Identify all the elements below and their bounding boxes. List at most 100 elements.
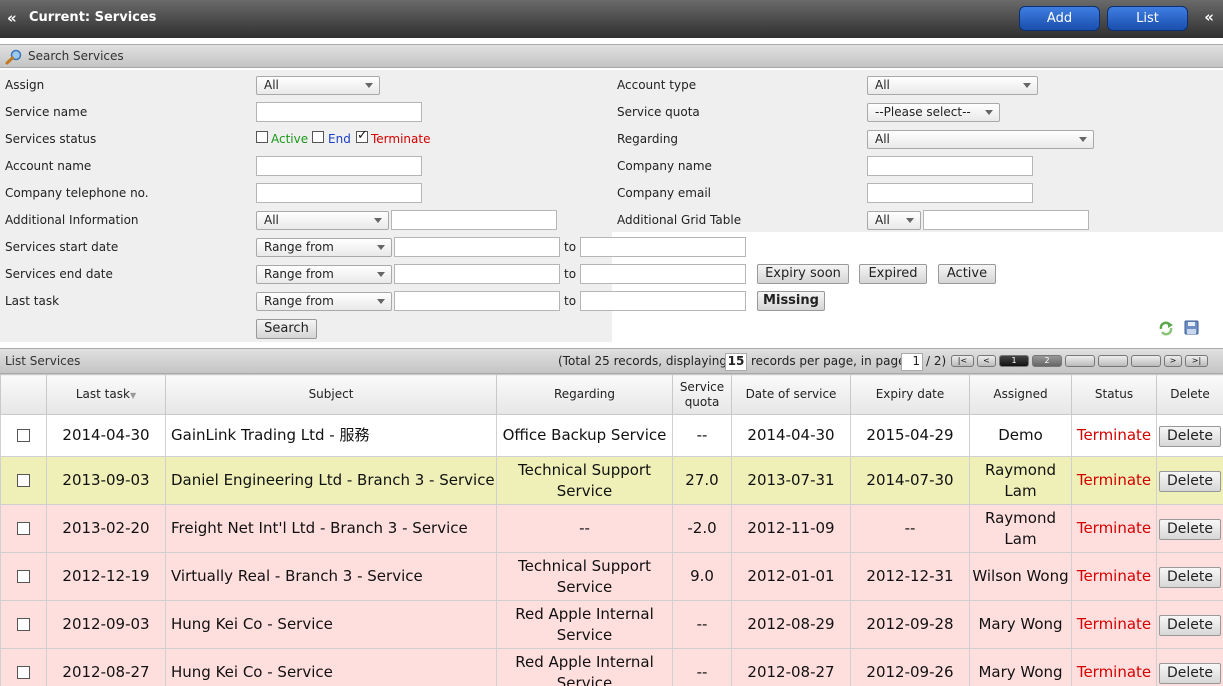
- regarding-select[interactable]: All: [867, 130, 1094, 149]
- row-checkbox[interactable]: [17, 522, 30, 535]
- last-page-button[interactable]: >|: [1185, 355, 1208, 367]
- last-task-cell: 2014-04-30: [46, 414, 166, 457]
- expired-button[interactable]: Expired: [859, 264, 927, 284]
- last-task-column-header[interactable]: Last task▼: [46, 374, 166, 415]
- grid-table-select[interactable]: All: [867, 211, 921, 230]
- prev-page-button[interactable]: <: [977, 355, 996, 367]
- subject-link[interactable]: Hung Kei Co - Service: [165, 600, 497, 649]
- delete-button[interactable]: Delete: [1159, 470, 1221, 492]
- company-email-input[interactable]: [867, 183, 1033, 203]
- search-section-title: Search Services: [28, 49, 124, 63]
- assign-select[interactable]: All: [256, 76, 380, 95]
- last-task-from-input[interactable]: [394, 291, 560, 311]
- page-slot-button[interactable]: [1065, 355, 1095, 367]
- last-task-to-input[interactable]: [580, 291, 746, 311]
- page-slot-button[interactable]: [1131, 355, 1161, 367]
- service-name-label: Service name: [5, 105, 88, 119]
- row-checkbox[interactable]: [17, 618, 30, 631]
- subject-link[interactable]: Freight Net Int'l Ltd - Branch 3 - Servi…: [165, 504, 497, 553]
- subject-link[interactable]: Hung Kei Co - Service: [165, 648, 497, 686]
- page-1-button[interactable]: 1: [999, 355, 1029, 367]
- additional-info-input[interactable]: [391, 210, 557, 230]
- status-active-checkbox[interactable]: [256, 131, 268, 143]
- save-icon[interactable]: [1184, 320, 1199, 335]
- subject-column-header[interactable]: Subject: [165, 374, 497, 415]
- services-table: Last task▼ Subject Regarding Service quot…: [0, 374, 1223, 686]
- list-button[interactable]: List: [1107, 6, 1188, 31]
- first-page-button[interactable]: |<: [951, 355, 974, 367]
- active-button[interactable]: Active: [938, 264, 996, 284]
- page-number-input[interactable]: 1: [901, 353, 923, 371]
- refresh-icon[interactable]: [1158, 320, 1174, 336]
- end-date-range-select[interactable]: Range from: [256, 265, 392, 284]
- table-row: 2013-09-03 Daniel Engineering Ltd - Bran…: [0, 456, 1223, 505]
- company-telephone-input[interactable]: [256, 183, 422, 203]
- status-end-label: End: [328, 132, 351, 146]
- row-checkbox[interactable]: [17, 474, 30, 487]
- expiry-date-column-header[interactable]: Expiry date: [850, 374, 970, 415]
- start-date-to-input[interactable]: [580, 237, 746, 257]
- company-name-input[interactable]: [867, 156, 1033, 176]
- grid-table-input[interactable]: [923, 210, 1089, 230]
- delete-button[interactable]: Delete: [1159, 662, 1221, 684]
- service-quota-select[interactable]: --Please select--: [867, 103, 1000, 122]
- table-row: 2012-12-19 Virtually Real - Branch 3 - S…: [0, 552, 1223, 601]
- records-per-page-input[interactable]: 15: [725, 353, 747, 371]
- delete-button[interactable]: Delete: [1159, 425, 1221, 447]
- page-slot-button[interactable]: [1098, 355, 1128, 367]
- service-quota-column-header[interactable]: Service quota: [672, 374, 732, 415]
- search-button[interactable]: Search: [256, 319, 317, 339]
- account-name-input[interactable]: [256, 156, 422, 176]
- chevron-down-icon: [1023, 83, 1031, 88]
- last-task-cell: 2012-12-19: [46, 552, 166, 601]
- quota-cell: --: [672, 648, 732, 686]
- add-button[interactable]: Add: [1019, 6, 1100, 31]
- status-column-header[interactable]: Status: [1071, 374, 1157, 415]
- additional-grid-table-label: Additional Grid Table: [617, 213, 742, 227]
- collapse-right-icon[interactable]: «: [1204, 8, 1214, 26]
- date-of-service-column-header[interactable]: Date of service: [731, 374, 851, 415]
- last-task-cell: 2013-02-20: [46, 504, 166, 553]
- quota-cell: 9.0: [672, 552, 732, 601]
- row-checkbox[interactable]: [17, 429, 30, 442]
- additional-info-select[interactable]: All: [256, 211, 389, 230]
- date-of-service-cell: 2013-07-31: [731, 456, 851, 505]
- chevron-down-icon: [377, 245, 385, 250]
- company-email-label: Company email: [617, 186, 711, 200]
- assigned-cell: Mary Wong: [969, 600, 1072, 649]
- row-checkbox[interactable]: [17, 666, 30, 679]
- expiry-date-cell: --: [850, 504, 970, 553]
- service-name-input[interactable]: [256, 102, 422, 122]
- delete-button[interactable]: Delete: [1159, 518, 1221, 540]
- account-type-select[interactable]: All: [867, 76, 1038, 95]
- collapse-left-icon[interactable]: «: [7, 9, 17, 27]
- status-terminate-checkbox[interactable]: [356, 128, 368, 143]
- services-start-date-label: Services start date: [5, 240, 119, 254]
- assigned-column-header[interactable]: Assigned: [969, 374, 1072, 415]
- quota-cell: 27.0: [672, 456, 732, 505]
- last-task-cell: 2013-09-03: [46, 456, 166, 505]
- missing-button[interactable]: Missing: [757, 291, 825, 311]
- start-date-range-select[interactable]: Range from: [256, 238, 392, 257]
- status-end-checkbox[interactable]: [312, 131, 324, 143]
- select-column-header: [0, 374, 47, 415]
- page-2-button[interactable]: 2: [1032, 355, 1062, 367]
- row-checkbox[interactable]: [17, 570, 30, 583]
- end-date-from-input[interactable]: [394, 264, 560, 284]
- regarding-column-header[interactable]: Regarding: [496, 374, 673, 415]
- end-date-to-input[interactable]: [580, 264, 746, 284]
- subject-link[interactable]: Virtually Real - Branch 3 - Service: [165, 552, 497, 601]
- status-cell: Terminate: [1071, 552, 1157, 601]
- subject-link[interactable]: GainLink Trading Ltd - 服務: [165, 414, 497, 457]
- delete-button[interactable]: Delete: [1159, 566, 1221, 588]
- expiry-soon-button[interactable]: Expiry soon: [757, 264, 849, 284]
- subject-link[interactable]: Daniel Engineering Ltd - Branch 3 - Serv…: [165, 456, 497, 505]
- pager-middle-text: records per page, in page: [751, 354, 906, 368]
- start-date-from-input[interactable]: [394, 237, 560, 257]
- last-task-range-select[interactable]: Range from: [256, 292, 392, 311]
- next-page-button[interactable]: >: [1164, 355, 1182, 367]
- list-section-title: List Services: [5, 354, 81, 368]
- company-telephone-label: Company telephone no.: [5, 186, 149, 200]
- to-label: to: [564, 240, 577, 254]
- delete-button[interactable]: Delete: [1159, 614, 1221, 636]
